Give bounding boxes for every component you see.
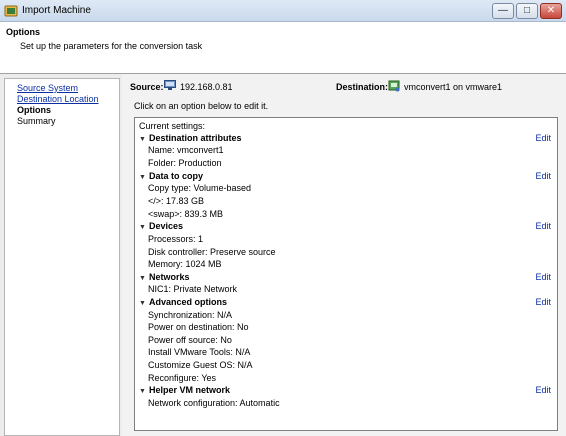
options-panel: Source: 192.168.0.81 Destination: vmconv… — [122, 74, 566, 436]
section-devices[interactable]: ▼ Devices — [139, 221, 183, 231]
setting-item: Network configuration: Automatic — [148, 398, 280, 408]
page-title: Options — [6, 27, 40, 37]
collapse-arrow-icon: ▼ — [139, 174, 146, 181]
title-bar: Import Machine — □ ✕ — [0, 0, 566, 22]
setting-item: Processors: 1 — [148, 234, 204, 244]
collapse-arrow-icon: ▼ — [139, 275, 146, 282]
section-networks[interactable]: ▼ Networks — [139, 272, 190, 282]
nav-step-options: Options — [17, 105, 51, 115]
edit-networks-link[interactable]: Edit — [535, 272, 551, 282]
wizard-header: Options Set up the parameters for the co… — [0, 22, 566, 74]
source-label: Source: — [130, 82, 164, 92]
computer-icon — [164, 80, 176, 90]
source-value: 192.168.0.81 — [180, 82, 233, 92]
setting-item: Power on destination: No — [148, 322, 249, 332]
vmware-converter-icon — [4, 5, 18, 17]
setting-item: Copy type: Volume-based — [148, 183, 252, 193]
setting-item: NIC1: Private Network — [148, 284, 238, 294]
edit-destination-attributes-link[interactable]: Edit — [535, 133, 551, 143]
setting-item: Folder: Production — [148, 158, 222, 168]
collapse-arrow-icon: ▼ — [139, 300, 146, 307]
section-destination-attributes[interactable]: ▼ Destination attributes — [139, 133, 242, 143]
maximize-button[interactable]: □ — [516, 3, 538, 19]
edit-devices-link[interactable]: Edit — [535, 221, 551, 231]
setting-item: Memory: 1024 MB — [148, 259, 222, 269]
nav-step-destination-location[interactable]: Destination Location — [17, 94, 99, 104]
close-button[interactable]: ✕ — [540, 3, 562, 19]
setting-item: <swap>: 839.3 MB — [148, 209, 224, 219]
setting-item: Disk controller: Preserve source — [148, 247, 276, 257]
nav-step-summary: Summary — [17, 116, 56, 126]
section-advanced-options[interactable]: ▼ Advanced options — [139, 297, 227, 307]
setting-item: Synchronization: N/A — [148, 310, 233, 320]
page-subtitle: Set up the parameters for the conversion… — [20, 41, 203, 51]
vm-icon — [388, 80, 400, 92]
window-title: Import Machine — [22, 5, 91, 16]
section-helper-vm-network[interactable]: ▼ Helper VM network — [139, 385, 230, 395]
destination-label: Destination: — [336, 82, 389, 92]
setting-item: </>: 17.83 GB — [148, 196, 205, 206]
edit-advanced-options-link[interactable]: Edit — [535, 297, 551, 307]
destination-value: vmconvert1 on vmware1 — [404, 82, 503, 92]
setting-item: Install VMware Tools: N/A — [148, 347, 251, 357]
collapse-arrow-icon: ▼ — [139, 224, 146, 231]
collapse-arrow-icon: ▼ — [139, 136, 146, 143]
setting-item: Customize Guest OS: N/A — [148, 360, 253, 370]
current-settings-label: Current settings: — [139, 121, 206, 131]
setting-item: Power off source: No — [148, 335, 232, 345]
section-data-to-copy[interactable]: ▼ Data to copy — [139, 171, 203, 181]
collapse-arrow-icon: ▼ — [139, 388, 146, 395]
current-settings-list: Current settings: ▼ Destination attribute… — [134, 117, 558, 431]
minimize-button[interactable]: — — [492, 3, 514, 19]
setting-item: Name: vmconvert1 — [148, 145, 224, 155]
edit-data-to-copy-link[interactable]: Edit — [535, 171, 551, 181]
nav-step-source-system[interactable]: Source System — [17, 83, 78, 93]
wizard-steps-nav: Source System Destination Location Optio… — [4, 78, 120, 436]
edit-helper-vm-network-link[interactable]: Edit — [535, 385, 551, 395]
setting-item: Reconfigure: Yes — [148, 373, 217, 383]
edit-hint: Click on an option below to edit it. — [134, 101, 269, 111]
